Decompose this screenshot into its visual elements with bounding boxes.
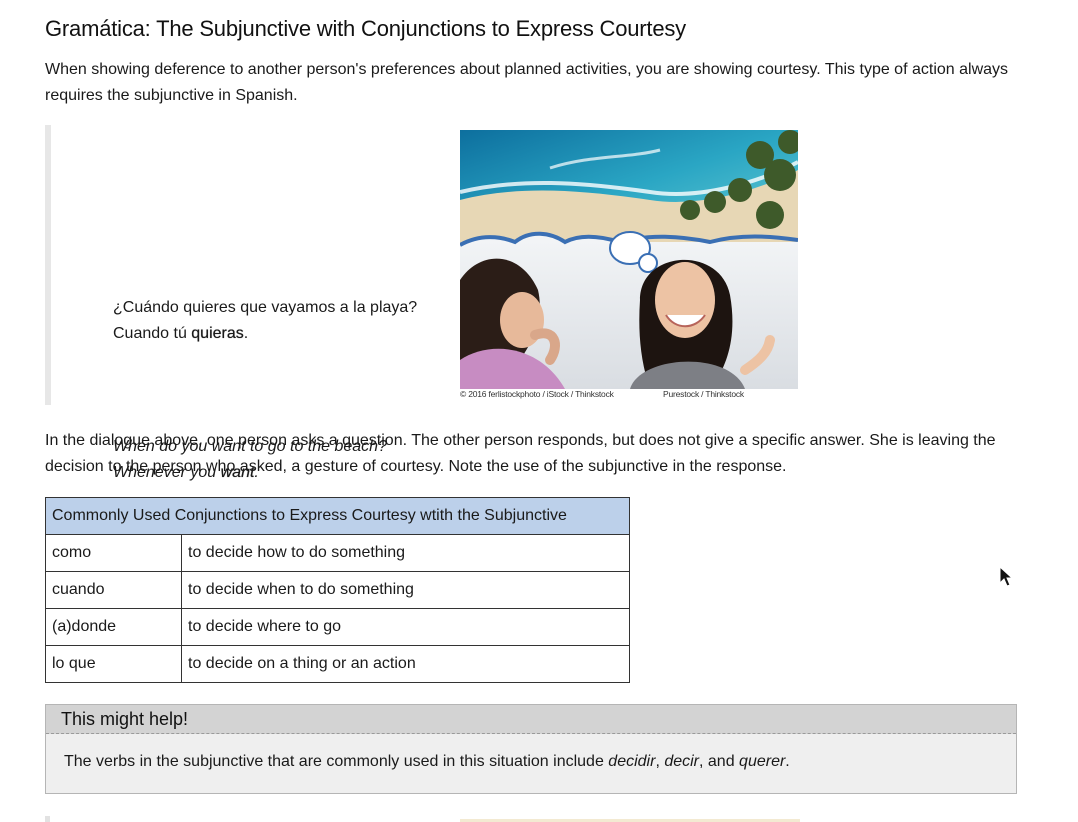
help-term-decidir: decidir bbox=[608, 753, 656, 770]
help-callout: This might help! The verbs in the subjun… bbox=[45, 704, 1017, 794]
conjunction-cell: (a)donde bbox=[45, 608, 182, 646]
conjunction-cell: como bbox=[45, 534, 182, 572]
conjunction-cell: cuando bbox=[45, 571, 182, 609]
dialogue-es-answer-prefix: Cuando tú bbox=[113, 325, 192, 342]
table-row: lo que to decide on a thing or an action bbox=[45, 645, 630, 683]
table-row: como to decide how to do something bbox=[45, 534, 630, 572]
conjunction-cell: lo que bbox=[45, 645, 182, 683]
help-title: This might help! bbox=[46, 705, 1016, 734]
meaning-cell: to decide on a thing or an action bbox=[181, 645, 630, 683]
help-term-querer: querer bbox=[739, 753, 786, 770]
meaning-cell: to decide where to go bbox=[181, 608, 630, 646]
table-row: cuando to decide when to do something bbox=[45, 571, 630, 609]
image-credit-right: Purestock / Thinkstock bbox=[663, 389, 744, 399]
intro-paragraph: When showing deference to another person… bbox=[45, 61, 1009, 104]
help-body: The verbs in the subjunctive that are co… bbox=[46, 734, 1016, 774]
dialogue-es-answer-verb: quieras bbox=[191, 325, 244, 342]
table-row: (a)donde to decide where to go bbox=[45, 608, 630, 646]
page-title: Gramática: The Subjunctive with Conjunct… bbox=[45, 16, 686, 41]
meaning-cell: to decide when to do something bbox=[181, 571, 630, 609]
mouse-cursor-icon bbox=[999, 566, 1013, 587]
dialogue-es-answer-suffix: . bbox=[243, 325, 249, 342]
table-header: Commonly Used Conjunctions to Express Co… bbox=[45, 497, 630, 535]
help-sep: , and bbox=[699, 753, 740, 770]
conjunctions-table: Commonly Used Conjunctions to Express Co… bbox=[45, 497, 630, 683]
table-header-row: Commonly Used Conjunctions to Express Co… bbox=[45, 497, 630, 535]
help-sep: , bbox=[655, 753, 665, 770]
help-term-decir: decir bbox=[664, 753, 700, 770]
dialogue-spanish: ¿Cuándo quieres que vayamos a la playa? … bbox=[113, 295, 417, 347]
quote-bar-continuation bbox=[45, 816, 50, 822]
explanation-paragraph: In the dialogue above, one person asks a… bbox=[45, 432, 996, 475]
image-credit-left: © 2016 ferlistockphoto / iStock / Thinks… bbox=[460, 389, 614, 399]
dialogue-image bbox=[460, 130, 798, 389]
quote-bar bbox=[45, 125, 51, 405]
meaning-cell: to decide how to do something bbox=[181, 534, 630, 572]
help-suffix: . bbox=[785, 753, 790, 770]
help-text: The verbs in the subjunctive that are co… bbox=[64, 753, 609, 770]
dialogue-es-question: ¿Cuándo quieres que vayamos a la playa? bbox=[113, 299, 418, 316]
